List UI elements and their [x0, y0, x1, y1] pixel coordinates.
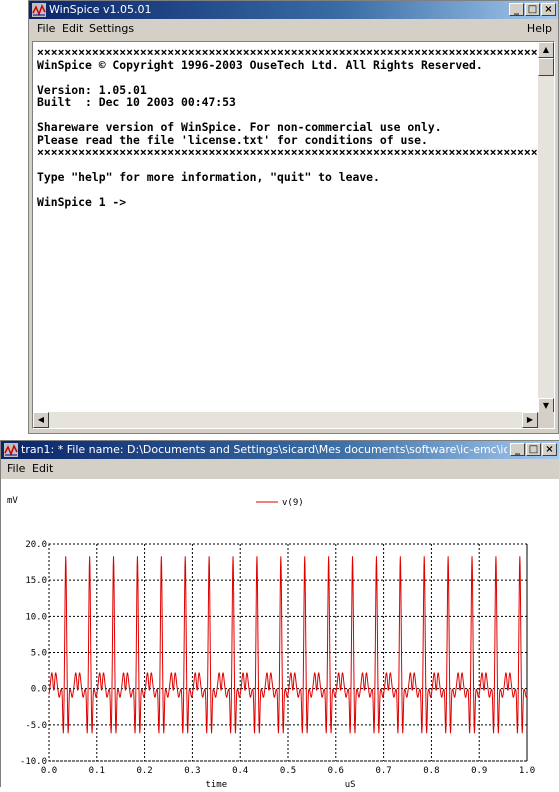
transient-plot: 0.0 0.1 0.2 0.3 0.4 0.5 0.6 0.7 0.8 0.9 1.0 20.0 15.… — [7, 496, 535, 790]
scroll-right-button[interactable]: ▶ — [522, 412, 538, 428]
x-tick-label: 0.9 — [471, 766, 487, 776]
console-title: WinSpice v1.05.01 — [49, 3, 152, 16]
minimize-button[interactable]: _ — [510, 443, 525, 456]
plot-menubar: File Edit — [1, 460, 559, 478]
x-tick-label: 0.8 — [423, 766, 439, 776]
x-tick-label: 0.2 — [136, 766, 152, 776]
close-button[interactable]: × — [542, 443, 557, 456]
menu-settings[interactable]: Settings — [89, 20, 134, 38]
menu-edit[interactable]: Edit — [32, 460, 53, 478]
scroll-left-button[interactable]: ◀ — [33, 412, 49, 428]
close-button[interactable]: × — [541, 3, 556, 16]
y-tick-label: -5.0 — [25, 721, 47, 731]
x-tick-label: 0.3 — [184, 766, 200, 776]
console-window: WinSpice v1.05.01 _ □ × File Edit Settin… — [28, 0, 559, 434]
console-line: Type "help" for more information, "quit"… — [37, 170, 380, 184]
console-menubar: File Edit Settings Help — [29, 20, 558, 38]
plot-area[interactable]: 0.0 0.1 0.2 0.3 0.4 0.5 0.6 0.7 0.8 0.9 1.0 20.0 15.… — [1, 479, 559, 790]
x-tick-label: 0.7 — [375, 766, 391, 776]
winspice-app-icon — [32, 3, 46, 17]
y-tick-label: 0.0 — [31, 685, 47, 695]
plot-title: tran1: * File name: D:\Documents and Set… — [21, 443, 507, 456]
vertical-scrollbar[interactable]: ▲ ▼ — [538, 42, 554, 414]
menu-edit[interactable]: Edit — [62, 20, 83, 38]
minimize-button[interactable]: _ — [509, 3, 524, 16]
scroll-up-button[interactable]: ▲ — [538, 42, 554, 58]
scroll-thumb[interactable] — [538, 58, 554, 76]
y-tick-label: 5.0 — [31, 649, 47, 659]
menu-file[interactable]: File — [7, 460, 25, 478]
legend-label: v(9) — [282, 498, 304, 508]
console-line: ××××××××××××××××××××××××××××××××××××××××… — [37, 145, 555, 159]
console-prompt[interactable]: WinSpice 1 -> — [37, 195, 126, 209]
y-tick-label: 15.0 — [25, 576, 47, 586]
console-line: WinSpice © Copyright 1996-2003 OuseTech … — [37, 57, 483, 72]
console-line: Built : Dec 10 2003 00:47:53 — [37, 95, 236, 109]
plot-titlebar[interactable]: tran1: * File name: D:\Documents and Set… — [1, 441, 559, 459]
maximize-button[interactable]: □ — [525, 3, 540, 16]
x-tick-label: 1.0 — [519, 766, 535, 776]
y-tick-label: 20.0 — [25, 540, 47, 550]
x-tick-label: 0.0 — [41, 766, 57, 776]
x-tick-label: 0.1 — [89, 766, 105, 776]
console-text: ××××××××××××××××××××××××××××××××××××××××… — [37, 46, 555, 209]
menu-file[interactable]: File — [37, 20, 55, 38]
y-axis-label: mV — [7, 496, 18, 506]
console-output[interactable]: ××××××××××××××××××××××××××××××××××××××××… — [32, 41, 555, 429]
menu-help[interactable]: Help — [527, 20, 552, 38]
winspice-app-icon — [4, 443, 18, 457]
y-tick-label: -10.0 — [20, 757, 47, 767]
plot-window: tran1: * File name: D:\Documents and Set… — [0, 440, 559, 790]
maximize-button[interactable]: □ — [526, 443, 541, 456]
console-titlebar[interactable]: WinSpice v1.05.01 _ □ × — [29, 1, 558, 19]
x-tick-label: 0.5 — [280, 766, 296, 776]
resize-grip[interactable] — [538, 412, 554, 428]
horizontal-scrollbar[interactable]: ◀ ▶ — [33, 412, 538, 428]
y-tick-label: 10.0 — [25, 612, 47, 622]
x-tick-label: 0.6 — [328, 766, 344, 776]
x-tick-label: 0.4 — [232, 766, 248, 776]
